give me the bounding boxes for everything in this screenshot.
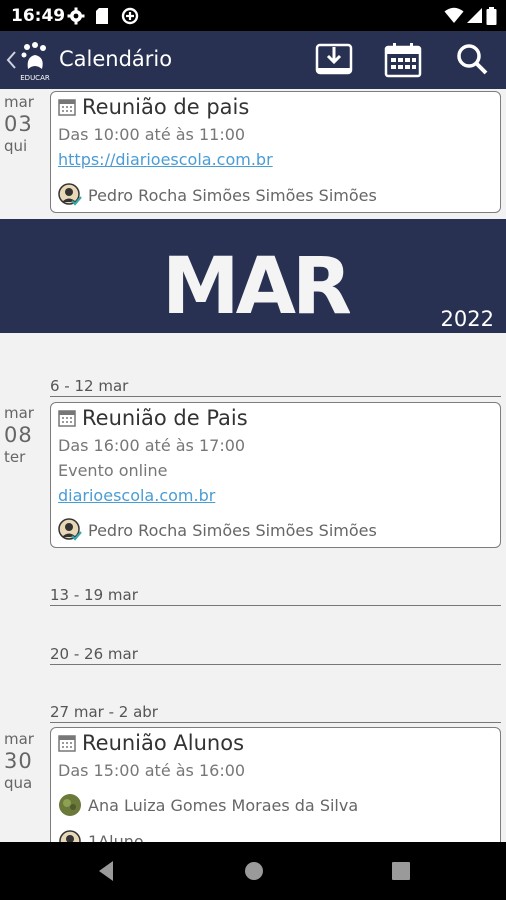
sd-card-icon [96,8,108,24]
event-month: mar [4,404,34,422]
event-person: 1Aluno [88,832,144,842]
search-icon[interactable] [453,41,493,79]
month-title-art: MAR [162,242,350,323]
download-icon[interactable] [314,41,354,79]
status-time: 16:49 [11,6,66,26]
event-title: Reunião Alunos [82,731,245,755]
avatar [58,183,82,206]
event-person: Pedro Rocha Simões Simões Simões [88,521,377,540]
event-day: 30 [4,749,33,773]
event-day: 03 [4,112,33,136]
wifi-icon [444,7,464,23]
avatar [59,794,81,816]
event-location: Evento online [58,461,168,480]
event-link[interactable]: diarioescola.com.br [58,486,215,505]
battery-icon [486,7,497,25]
event-title: Reunião de pais [82,95,250,119]
event-person: Pedro Rocha Simões Simões Simões [88,186,377,205]
nav-home-icon[interactable] [243,859,265,883]
event-month: mar [4,93,34,111]
calendar-icon[interactable] [383,41,423,79]
cell-signal-icon [467,8,482,23]
event-weekday: qua [4,774,33,792]
avatar [58,518,82,541]
calendar-list[interactable]: mar 03 qui Reunião de pais Das 10:00 até… [0,89,506,842]
event-weekday: qui [4,137,28,155]
event-date: mar 03 qui [4,93,46,155]
week-header: 27 mar - 2 abr [50,702,501,723]
app-logo: EDUCAR [18,41,52,82]
event-calendar-icon [58,99,76,116]
navigation-bar [0,842,506,900]
event-link[interactable]: https://diarioescola.com.br [58,150,273,169]
week-header: 20 - 26 mar [50,644,501,665]
month-banner: MAR 2022 [0,219,506,333]
event-time: Das 10:00 até às 11:00 [58,125,246,144]
event-card[interactable]: Reunião de pais Das 10:00 até às 11:00 h… [50,91,501,213]
week-header: 13 - 19 mar [50,585,501,606]
event-person: Ana Luiza Gomes Moraes da Silva [88,796,359,815]
data-saver-icon [121,7,139,25]
logo-text: EDUCAR [20,74,50,82]
status-bar: 16:49 [0,0,506,31]
event-time: Das 15:00 até às 16:00 [58,761,246,780]
event-title: Reunião de Pais [82,406,248,430]
event-weekday: ter [4,448,26,466]
event-calendar-icon [58,735,76,752]
nav-recents-icon[interactable] [390,859,412,883]
event-card[interactable]: Reunião Alunos Das 15:00 até às 16:00 An… [50,727,501,842]
page-title: Calendário [59,47,173,71]
back-arrow-icon[interactable] [4,48,18,72]
event-month: mar [4,730,34,748]
gear-icon [67,7,85,25]
event-card[interactable]: Reunião de Pais Das 16:00 até às 17:00 E… [50,402,501,548]
event-time: Das 16:00 até às 17:00 [58,436,246,455]
month-title-text: MAR [162,242,350,323]
event-date: mar 08 ter [4,404,46,466]
nav-back-icon[interactable] [95,859,117,883]
avatar [59,830,81,842]
event-date: mar 30 qua [4,730,46,792]
app-bar: EDUCAR Calendário [0,31,506,89]
event-day: 08 [4,423,33,447]
week-header: 6 - 12 mar [50,376,501,397]
paw-logo-icon [21,42,46,69]
month-year: 2022 [440,307,494,331]
event-calendar-icon [58,410,76,427]
